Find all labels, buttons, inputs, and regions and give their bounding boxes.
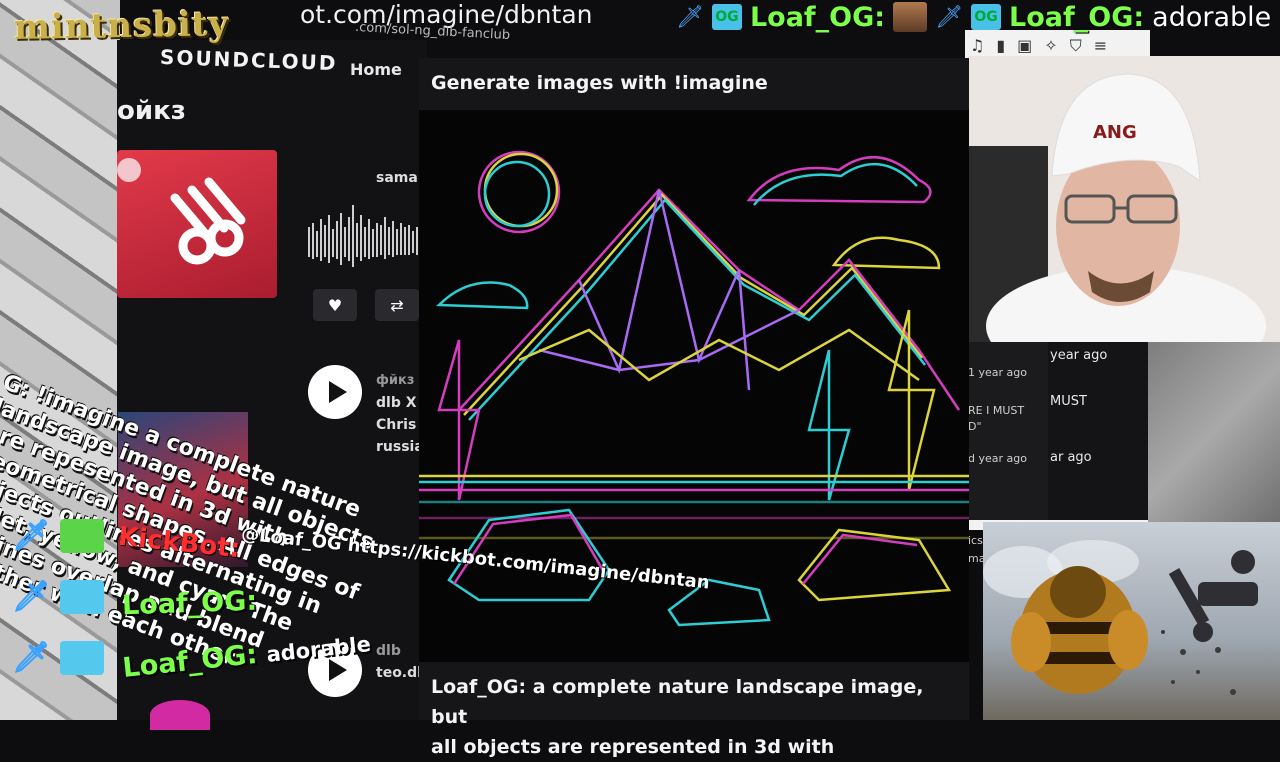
- like-button[interactable]: ♥: [313, 289, 357, 321]
- panel-title: Generate images with !imagine: [431, 72, 768, 94]
- profile-name: ойкз: [117, 96, 186, 126]
- caption-line: all objects are represented in 3d with: [431, 736, 835, 758]
- repost-button[interactable]: ⇄: [375, 289, 419, 321]
- streamer-portrait: ANG: [968, 56, 1280, 342]
- stream-logo: mintnsbity: [13, 4, 230, 48]
- badge-row: 🗡: [12, 640, 105, 675]
- nav-home-link[interactable]: Home: [350, 60, 402, 79]
- hat-text: ANG: [1093, 122, 1137, 143]
- badge-icon: [60, 640, 105, 675]
- sword-icon: 🗡: [12, 640, 51, 675]
- music-icon[interactable]: ♫: [970, 36, 984, 56]
- badge-icon: [60, 518, 105, 553]
- background-image: [1148, 342, 1280, 522]
- comment-text: MUST: [1050, 394, 1087, 409]
- timestamp: d year ago: [968, 452, 1027, 465]
- webcam-feed: ANG: [968, 56, 1280, 342]
- chat-username[interactable]: Loaf_OG:: [750, 2, 885, 33]
- muscular-bee-illustration: [983, 540, 1258, 695]
- track-artist[interactable]: sama: [376, 170, 418, 186]
- comment-text: RE I MUST: [968, 404, 1025, 417]
- wallet-icon[interactable]: ▣: [1017, 36, 1032, 56]
- timestamp: year ago: [1050, 348, 1108, 363]
- shield-icon[interactable]: ⛉: [1070, 36, 1082, 56]
- image-prompt-caption: Loaf_OG: a complete nature landscape ima…: [431, 672, 961, 762]
- badge-icon: [60, 579, 105, 614]
- badge-row: 🗡: [12, 579, 105, 614]
- emote-icon: [893, 2, 928, 32]
- chat-username[interactable]: Loaf_OG:: [1009, 2, 1144, 33]
- timestamp: ar ago: [1050, 450, 1092, 465]
- sword-icon: 🗡: [935, 4, 964, 30]
- chat-badges: 🗡 🗡 🗡: [12, 518, 105, 675]
- dlb-logo-icon: [117, 158, 246, 265]
- comment-text: D": [968, 420, 982, 433]
- comment-text: ics: [968, 534, 983, 547]
- heart-icon: ♥: [327, 295, 343, 315]
- top-chat-ticker: 🗡 OG Loaf_OG: 🗡 OG Loaf_OG: adorable: [676, 0, 1271, 34]
- comments-panel: [1048, 340, 1148, 520]
- bee-image: [983, 522, 1280, 720]
- badge-icon: OG: [711, 4, 742, 30]
- badge-row: 🗡: [12, 518, 105, 553]
- chat-message: adorable: [1152, 1, 1272, 33]
- track-artwork[interactable]: [117, 150, 277, 298]
- extensions-icon[interactable]: ✧: [1044, 36, 1057, 56]
- menu-icon[interactable]: ≡: [1094, 36, 1107, 56]
- caption-line: Loaf_OG: a complete nature landscape ima…: [431, 676, 924, 728]
- waveform[interactable]: [308, 205, 420, 271]
- sidebar-icon[interactable]: ▮: [996, 36, 1005, 56]
- timestamp: 1 year ago: [968, 366, 1027, 379]
- browser-toolbar: ♫ ▮ ▣ ✧ ⛉ ≡: [970, 36, 1107, 56]
- sword-icon: 🗡: [676, 4, 704, 30]
- sword-icon: 🗡: [12, 579, 51, 614]
- badge-icon: OG: [971, 4, 1002, 30]
- repost-icon: ⇄: [390, 295, 404, 315]
- sword-icon: 🗡: [12, 518, 51, 553]
- chat-username[interactable]: Loaf_OG:: [122, 586, 258, 622]
